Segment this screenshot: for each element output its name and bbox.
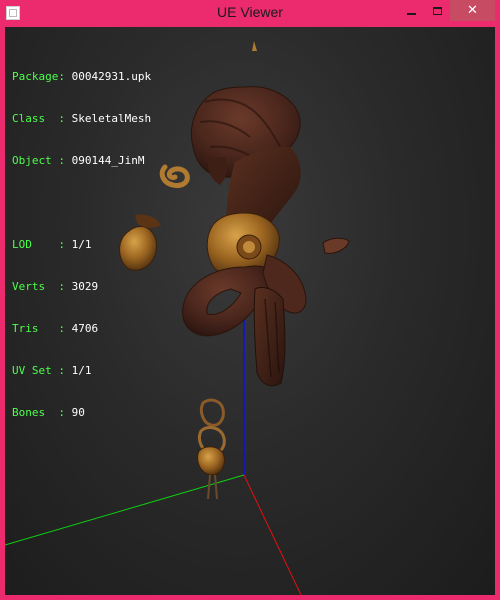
info-row-object: Object : 090144_JinM bbox=[12, 154, 151, 168]
info-verts-value: 3029 bbox=[71, 280, 99, 293]
close-button[interactable]: ✕ bbox=[450, 0, 495, 21]
mesh-ankle-string-2 bbox=[214, 474, 218, 500]
info-spacer bbox=[12, 196, 151, 210]
mesh-info-overlay: Package: 00042931.upk Class : SkeletalMe… bbox=[12, 42, 151, 448]
info-object-value: 090144_JinM bbox=[71, 154, 145, 167]
info-class-label: Class : bbox=[12, 112, 72, 125]
info-lod-label: LOD : bbox=[12, 238, 72, 251]
info-row-class: Class : SkeletalMesh bbox=[12, 112, 151, 126]
info-verts-label: Verts : bbox=[12, 280, 72, 293]
close-icon: ✕ bbox=[467, 3, 478, 18]
info-uvset-value: 1/1 bbox=[71, 364, 92, 377]
maximize-icon bbox=[432, 6, 442, 15]
info-row-package: Package: 00042931.upk bbox=[12, 70, 151, 84]
info-row-uvset: UV Set : 1/1 bbox=[12, 364, 151, 378]
mesh-ankle-coil-top bbox=[199, 398, 225, 427]
mesh-headwrap-tail bbox=[208, 157, 228, 185]
minimize-button[interactable] bbox=[398, 0, 424, 21]
mesh-ankle-string bbox=[207, 474, 211, 500]
info-package-label: Package: bbox=[12, 70, 72, 83]
info-row-lod: LOD : 1/1 bbox=[12, 238, 151, 252]
info-tris-label: Tris : bbox=[12, 322, 72, 335]
app-icon[interactable] bbox=[6, 6, 20, 20]
ue-viewer-window: UE Viewer ✕ Package: 00042931.upk Class … bbox=[0, 0, 500, 600]
info-row-verts: Verts : 3029 bbox=[12, 280, 151, 294]
info-row-bones: Bones : 90 bbox=[12, 406, 151, 420]
info-row-tris: Tris : 4706 bbox=[12, 322, 151, 336]
info-package-value: 00042931.upk bbox=[71, 70, 152, 83]
info-bones-label: Bones : bbox=[12, 406, 72, 419]
info-bones-value: 90 bbox=[71, 406, 85, 419]
mesh-sash-hanging bbox=[253, 286, 286, 387]
info-tris-value: 4706 bbox=[71, 322, 99, 335]
minimize-icon bbox=[406, 12, 416, 15]
info-uvset-label: UV Set : bbox=[12, 364, 72, 377]
maximize-button[interactable] bbox=[424, 0, 450, 21]
mesh-right-bracer bbox=[322, 237, 350, 254]
info-object-label: Object : bbox=[12, 154, 72, 167]
info-lod-value: 1/1 bbox=[71, 238, 92, 251]
title-bar[interactable]: UE Viewer ✕ bbox=[0, 0, 500, 27]
mesh-top-tip bbox=[252, 41, 257, 51]
mesh-ankle-bell bbox=[197, 446, 225, 476]
info-class-value: SkeletalMesh bbox=[71, 112, 152, 125]
mesh-ornament-core bbox=[243, 241, 255, 253]
3d-viewport[interactable]: Package: 00042931.upk Class : SkeletalMe… bbox=[5, 27, 495, 595]
axis-x bbox=[243, 474, 302, 595]
mesh-small-curl bbox=[159, 164, 190, 188]
